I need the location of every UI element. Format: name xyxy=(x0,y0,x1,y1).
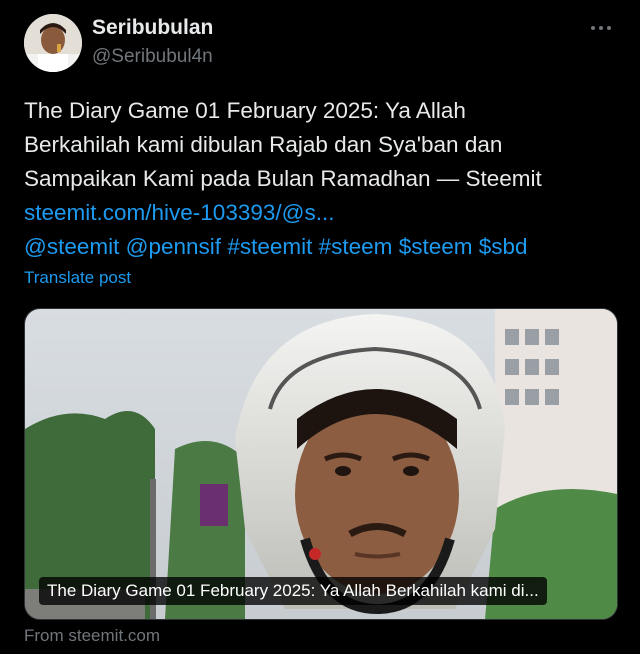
card-image xyxy=(25,309,617,619)
ellipsis-icon xyxy=(591,26,611,30)
avatar[interactable] xyxy=(24,14,82,72)
author-display-name[interactable]: Seribubulan xyxy=(92,16,213,40)
card-source-link[interactable]: From steemit.com xyxy=(24,626,160,646)
card-title: The Diary Game 01 February 2025: Ya Alla… xyxy=(39,577,547,605)
author-handle[interactable]: @Seribubul4n xyxy=(92,46,213,68)
hashtag-steem-link[interactable]: #steem xyxy=(319,234,393,259)
translate-post-link[interactable]: Translate post xyxy=(24,268,131,288)
more-options-button[interactable] xyxy=(586,14,616,42)
cashtag-sbd-link[interactable]: $sbd xyxy=(479,234,528,259)
tweet-tags: @steemit @pennsif #steemit #steem $steem… xyxy=(24,230,624,264)
mention-steemit-link[interactable]: @steemit xyxy=(24,234,119,259)
link-preview-card[interactable]: The Diary Game 01 February 2025: Ya Alla… xyxy=(24,308,618,620)
tweet-text-line: Berkahilah kami dibulan Rajab dan Sya'ba… xyxy=(24,132,503,157)
cashtag-steem-link[interactable]: $steem xyxy=(399,234,473,259)
tweet-text-line: Sampaikan Kami pada Bulan Ramadhan — Ste… xyxy=(24,166,542,191)
hashtag-steemit-link[interactable]: #steemit xyxy=(227,234,312,259)
mention-pennsif-link[interactable]: @pennsif xyxy=(126,234,221,259)
tweet-url-link[interactable]: steemit.com/hive-103393/@s... xyxy=(24,200,334,225)
tweet-text: The Diary Game 01 February 2025: Ya Alla… xyxy=(24,94,624,264)
avatar-photo xyxy=(24,14,82,72)
tweet-text-line: The Diary Game 01 February 2025: Ya Alla… xyxy=(24,98,466,123)
